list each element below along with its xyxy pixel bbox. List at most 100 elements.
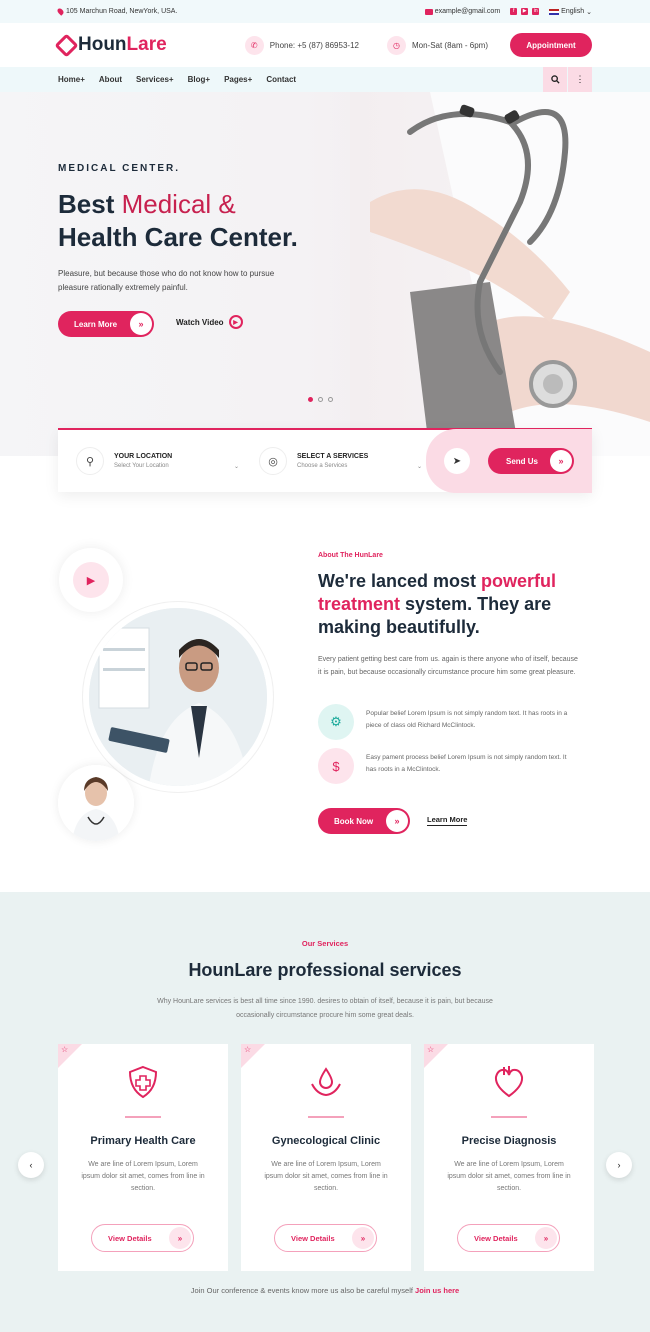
double-chevron-right-icon: » — [550, 450, 572, 472]
phone-info: ✆ Phone: +5 (87) 86953-12 — [244, 35, 359, 55]
card-divider — [308, 1116, 344, 1118]
shield-cross-icon — [123, 1062, 163, 1102]
double-chevron-right-icon: » — [169, 1227, 191, 1249]
card-title: Primary Health Care — [90, 1135, 196, 1147]
view-details-button[interactable]: View Details » — [274, 1224, 377, 1252]
chevron-down-icon: ⌄ — [416, 463, 422, 470]
mail-icon — [424, 8, 433, 15]
hours-text: Mon-Sat (8am - 6pm) — [411, 40, 488, 50]
language-select[interactable]: English ⌄ — [549, 8, 592, 16]
view-details-label: View Details — [108, 1233, 152, 1243]
feature-item: ⚙ Popular belief Lorem Ipsum is not simp… — [318, 704, 578, 740]
nav-contact[interactable]: Contact — [266, 75, 296, 84]
nav-services[interactable]: Services+ — [136, 75, 174, 84]
hero-section: MEDICAL CENTER. Best Medical & Health Ca… — [0, 92, 650, 456]
more-menu-icon[interactable]: ⋮ — [568, 67, 592, 92]
service-title: SELECT A SERVICES — [297, 452, 369, 460]
hand-drop-icon — [306, 1062, 346, 1102]
watch-video-button[interactable]: Watch Video ▶ — [176, 315, 243, 329]
address-text: 105 Marchun Road, NewYork, USA. — [66, 8, 178, 15]
service-cards: ☆ Primary Health Care We are line of Lor… — [58, 1044, 594, 1271]
nav-home[interactable]: Home+ — [58, 75, 85, 84]
nav-about[interactable]: About — [99, 75, 122, 84]
header: HounLare ✆ Phone: +5 (87) 86953-12 ◷ Mon… — [0, 23, 650, 67]
slider-dot[interactable] — [328, 397, 333, 402]
linkedin-icon[interactable]: in — [532, 8, 540, 15]
hero-title-part1: Best — [58, 189, 115, 219]
card-text: We are line of Lorem Ipsum, Lorem ipsum … — [447, 1161, 571, 1192]
logo-accent-text: Lare — [126, 34, 167, 55]
chevron-down-icon: ⌄ — [233, 463, 239, 470]
services-title: HounLare professional services — [188, 960, 462, 980]
flag-icon — [549, 8, 560, 15]
service-select[interactable]: ◎ SELECT A SERVICES Choose a Services ⌄ — [241, 447, 424, 475]
slider-dots — [308, 397, 333, 402]
service-card: ☆ Gynecological Clinic We are line of Lo… — [241, 1044, 411, 1271]
nav-blog[interactable]: Blog+ — [188, 75, 210, 84]
card-text: We are line of Lorem Ipsum, Lorem ipsum … — [81, 1161, 205, 1192]
logo-mark-icon — [54, 32, 79, 58]
hours-info: ◷ Mon-Sat (8am - 6pm) — [386, 35, 488, 55]
learn-more-button[interactable]: Learn More » — [58, 311, 154, 337]
feature-text: Popular belief Lorem Ipsum is not simply… — [366, 710, 568, 729]
appointment-button[interactable]: Appointment — [510, 33, 592, 57]
slider-dot[interactable] — [308, 397, 313, 402]
paper-plane-icon: ➤ — [444, 448, 470, 474]
about-title-a: We're lanced most — [318, 571, 477, 591]
send-us-button[interactable]: Send Us » — [488, 448, 574, 474]
slider-dot[interactable] — [318, 397, 323, 402]
feature-item: $ Easy pament process belief Lorem Ipsum… — [318, 748, 578, 784]
logo-text: Houn — [78, 34, 127, 55]
phone-icon: ✆ — [244, 35, 264, 55]
double-chevron-right-icon: » — [386, 810, 408, 832]
nav-pages[interactable]: Pages+ — [224, 75, 252, 84]
chevron-down-icon: ⌄ — [586, 8, 592, 16]
services-footer: Join Our conference & events know more u… — [0, 1286, 650, 1295]
location-select[interactable]: ⚲ YOUR LOCATION Select Your Location ⌄ — [58, 447, 241, 475]
prev-arrow-icon[interactable]: ‹ — [18, 1152, 44, 1178]
star-icon: ☆ — [427, 1045, 435, 1054]
logo[interactable]: HounLare — [54, 32, 167, 58]
learn-more-label: Learn More — [74, 319, 118, 329]
email-text: example@gmail.com — [434, 8, 501, 15]
send-panel: ➤ Send Us » — [426, 429, 592, 493]
youtube-icon[interactable]: ▶ — [521, 8, 529, 15]
gear-icon: ⚙ — [318, 704, 354, 740]
about-title: We're lanced most powerful treatment sys… — [318, 570, 593, 639]
nurse-photo — [58, 765, 134, 841]
target-icon: ◎ — [259, 447, 287, 475]
view-details-label: View Details — [291, 1233, 335, 1243]
about-title-b: powerful — [481, 571, 557, 591]
main-nav: Home+ About Services+ Blog+ Pages+ Conta… — [0, 67, 650, 92]
top-bar: 105 Marchun Road, NewYork, USA. example@… — [0, 0, 650, 23]
search-icon[interactable] — [543, 67, 567, 92]
hero-title: Best Medical & Health Care Center. — [58, 188, 358, 254]
book-now-label: Book Now — [334, 816, 374, 826]
send-us-label: Send Us — [506, 456, 539, 466]
video-play-button[interactable]: ▶ — [59, 548, 123, 612]
view-details-button[interactable]: View Details » — [91, 1224, 194, 1252]
about-section: ▶ About The HunLare We're lanced most po — [0, 510, 650, 890]
hero-subtitle: Pleasure, but because those who do not k… — [58, 269, 275, 292]
join-us-link[interactable]: Join us here — [415, 1286, 459, 1295]
card-text: We are line of Lorem Ipsum, Lorem ipsum … — [264, 1161, 388, 1192]
address: 105 Marchun Road, NewYork, USA. — [56, 7, 178, 16]
hero-title-part2: Health Care Center. — [58, 222, 298, 252]
email-link[interactable]: example@gmail.com — [424, 8, 501, 15]
facebook-icon[interactable]: f — [510, 8, 518, 15]
hero-doctor-image — [350, 92, 650, 456]
play-icon: ▶ — [73, 562, 109, 598]
service-card: ☆ Precise Diagnosis We are line of Lorem… — [424, 1044, 594, 1271]
learn-more-link[interactable]: Learn More — [427, 815, 468, 826]
book-now-button[interactable]: Book Now » — [318, 808, 410, 834]
view-details-button[interactable]: View Details » — [457, 1224, 560, 1252]
user-location-icon: ⚲ — [76, 447, 104, 475]
view-details-label: View Details — [474, 1233, 518, 1243]
clock-icon: ◷ — [386, 35, 406, 55]
service-card: ☆ Primary Health Care We are line of Lor… — [58, 1044, 228, 1271]
services-intro: Why HounLare services is best all time s… — [157, 998, 493, 1019]
next-arrow-icon[interactable]: › — [606, 1152, 632, 1178]
card-divider — [491, 1116, 527, 1118]
about-paragraph: Every patient getting best care from us.… — [318, 656, 578, 676]
double-chevron-right-icon: » — [535, 1227, 557, 1249]
